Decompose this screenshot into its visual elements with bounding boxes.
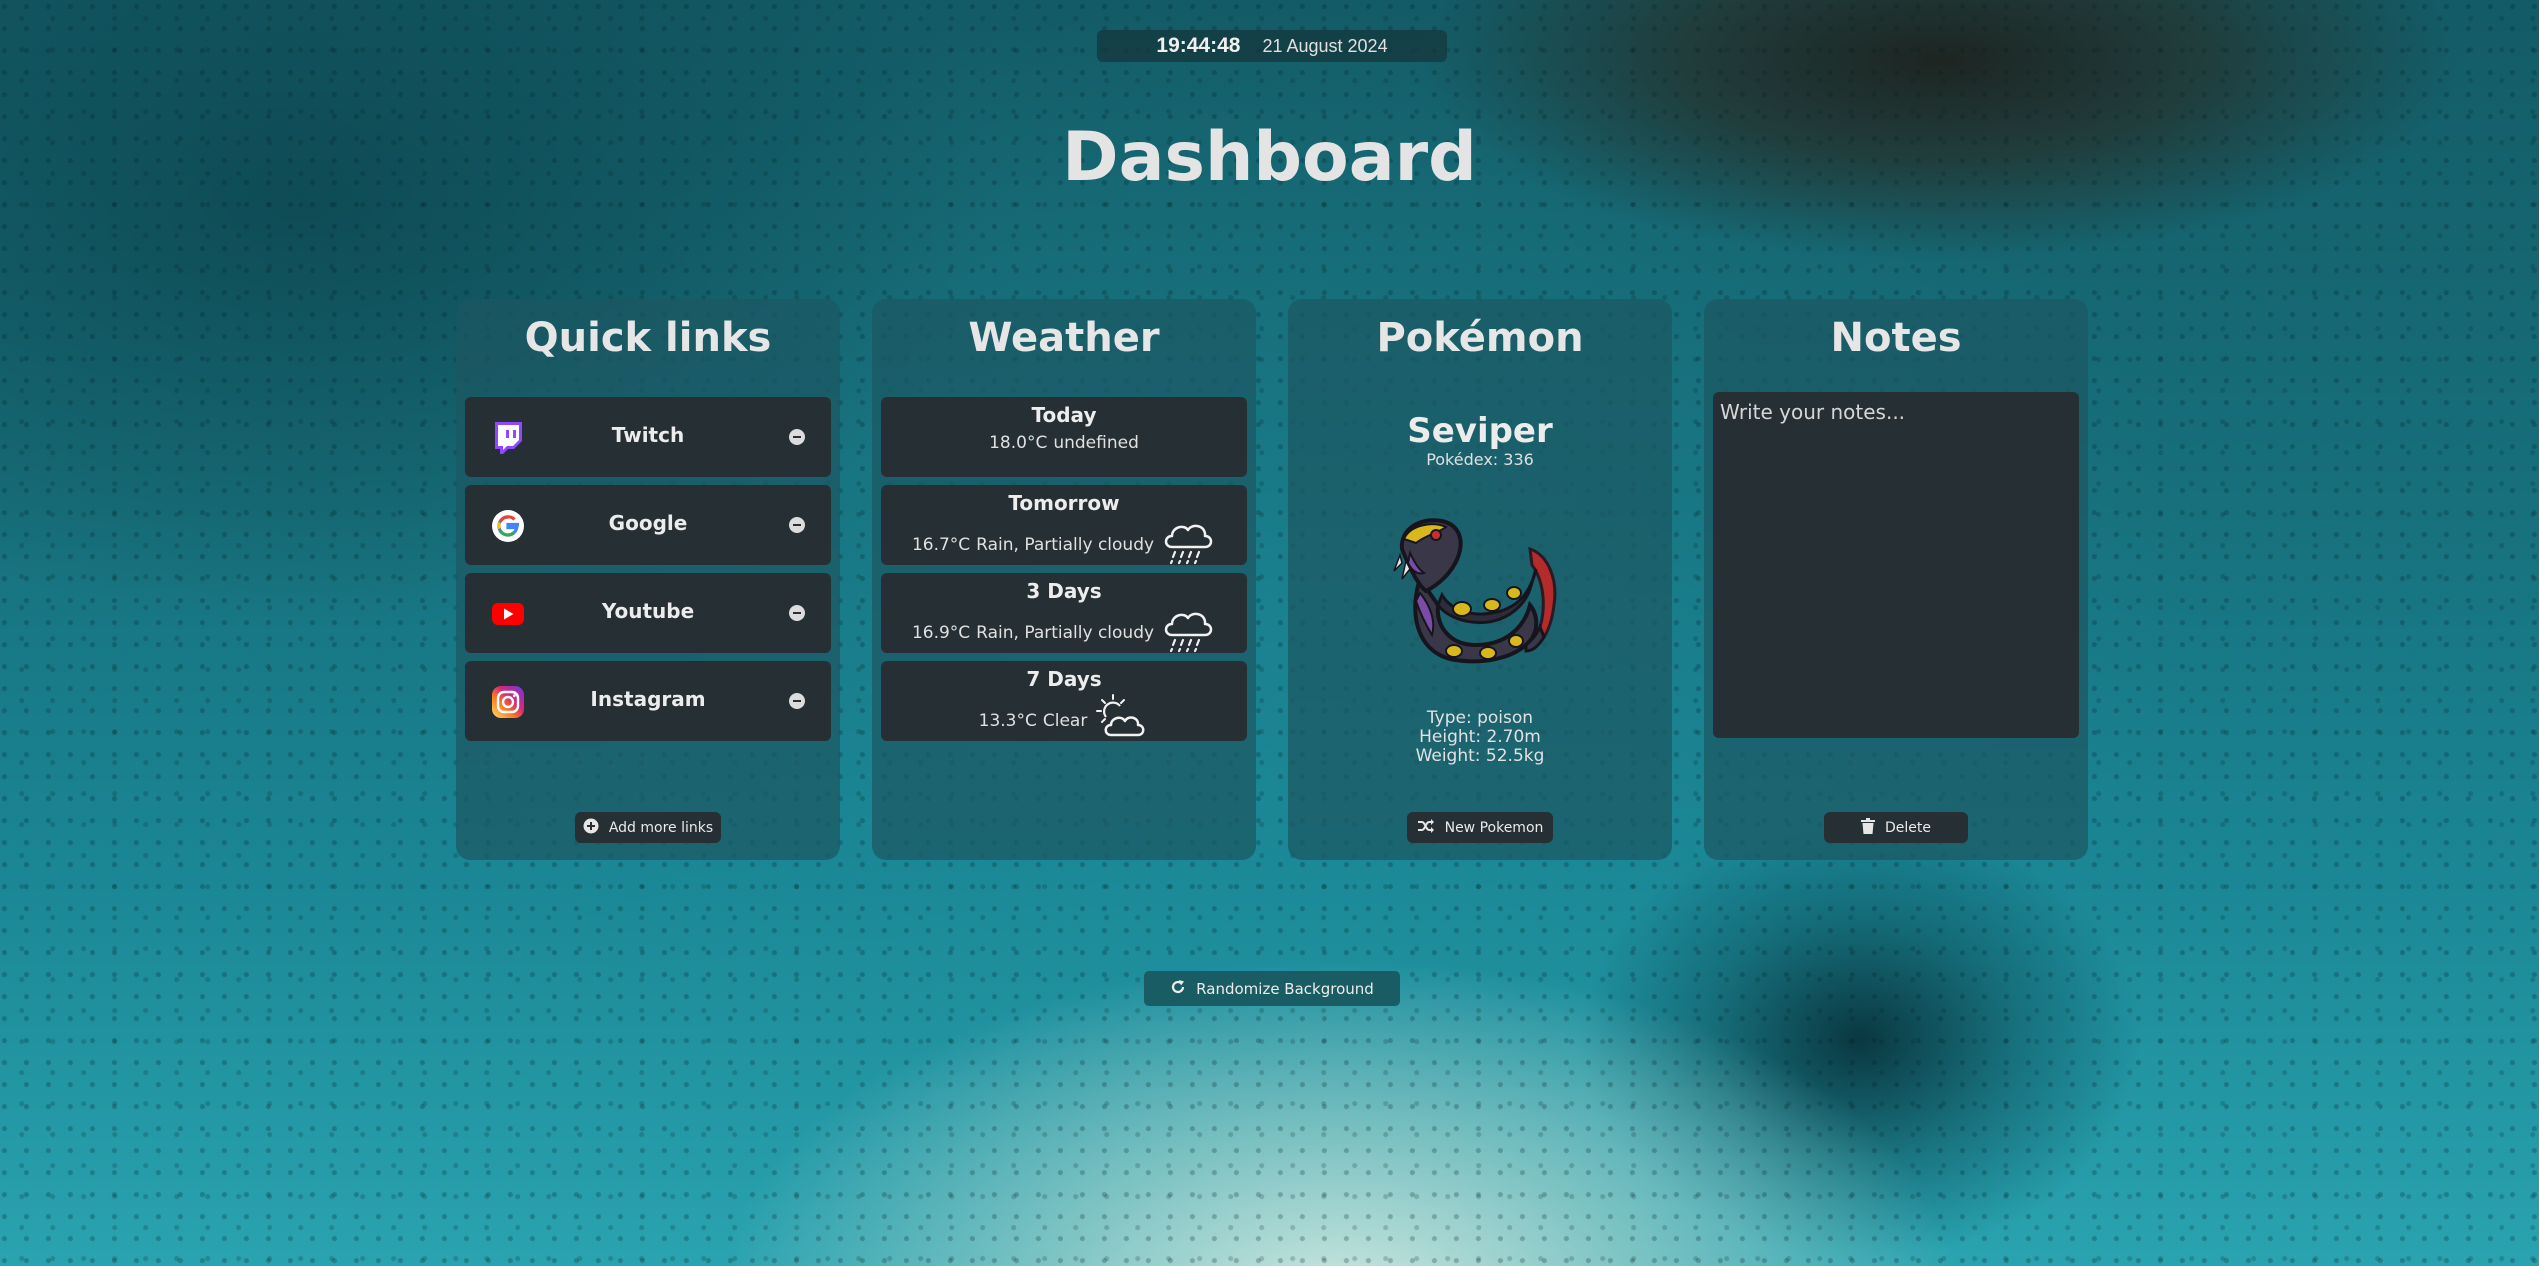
weather-day-today: Today 18.0°C undefined [881,397,1247,477]
weather-details: 16.7°C Rain, Partially cloudy [881,521,1247,569]
weather-day-label: 7 Days [1026,667,1102,691]
weather-title: Weather [968,315,1160,361]
weather-day-label: Today [1031,403,1097,427]
weather-temp: 16.9°C [911,623,971,643]
pokemon-weight: Weight: 52.5kg [1415,746,1545,766]
link-label: Google [608,511,688,535]
pokedex-number: Pokédex: 336 [1426,450,1534,469]
delete-notes-button[interactable]: Delete [1824,812,1968,843]
weather-day-tomorrow: Tomorrow 16.7°C Rain, Partially cloudy [881,485,1247,565]
notes-card: Notes Delete [1704,299,2088,860]
page-title: Dashboard [1062,118,1477,197]
randomize-background-label: Randomize Background [1196,979,1374,998]
clock-time: 19:44:48 [1156,34,1241,57]
delete-label: Delete [1885,819,1931,836]
sun-cloud-icon [1096,694,1145,737]
remove-link-icon[interactable] [789,605,805,621]
weather-details: 13.3°C Clear [881,694,1247,745]
weather-card: Weather Today 18.0°C undefined Tomorrow … [872,299,1256,860]
weather-condition: undefined [1053,433,1139,453]
remove-link-icon[interactable] [789,429,805,445]
add-more-links-button[interactable]: Add more links [575,812,721,843]
link-label: Youtube [601,599,695,623]
weather-day-3days: 3 Days 16.9°C Rain, Partially cloudy [881,573,1247,653]
weather-condition: Clear [1042,711,1088,731]
weather-day-7days: 7 Days 13.3°C Clear [881,661,1247,741]
trash-icon [1861,817,1875,838]
link-item-twitch[interactable]: Twitch [465,397,831,477]
weather-day-label: 3 Days [1026,579,1102,603]
link-label: Instagram [590,687,706,711]
weather-condition: Rain, Partially cloudy [976,535,1155,555]
new-pokemon-label: New Pokemon [1444,819,1544,836]
weather-condition: Rain, Partially cloudy [976,623,1155,643]
refresh-icon [1170,979,1186,999]
remove-link-icon[interactable] [789,517,805,533]
link-item-google[interactable]: Google [465,485,831,565]
randomize-background-button[interactable]: Randomize Background [1144,971,1400,1006]
link-item-instagram[interactable]: Instagram [465,661,831,741]
weather-details: 16.9°C Rain, Partially cloudy [881,609,1247,657]
weather-temp: 16.7°C [911,535,971,555]
add-more-links-label: Add more links [608,819,714,836]
weather-day-label: Tomorrow [1008,491,1120,515]
weather-temp: 18.0°C [989,433,1048,453]
clock-date: 21 August 2024 [1262,35,1388,56]
weather-details: 18.0°C undefined [881,433,1247,453]
new-pokemon-button[interactable]: New Pokemon [1407,812,1553,843]
notes-textarea[interactable] [1713,392,2079,738]
rain-cloud-icon [1164,612,1213,653]
pokemon-card: Pokémon Seviper Pokédex: 336 Type: poiso… [1288,299,1672,860]
notes-title: Notes [1830,315,1962,361]
quick-links-card: Quick links Twitch Google Youtube Instag… [456,299,840,860]
pokemon-name: Seviper [1407,411,1553,451]
shuffle-icon [1417,818,1435,838]
quick-links-title: Quick links [524,315,772,361]
weather-temp: 13.3°C [978,711,1037,731]
pokemon-sprite [1393,518,1557,664]
pokemon-title: Pokémon [1376,315,1584,361]
link-label: Twitch [611,423,685,447]
rain-cloud-icon [1164,524,1213,565]
pokemon-type: Type: poison [1426,708,1534,728]
link-item-youtube[interactable]: Youtube [465,573,831,653]
remove-link-icon[interactable] [789,693,805,709]
plus-circle-icon [583,818,599,838]
pokemon-height: Height: 2.70m [1419,727,1541,747]
clock-bar: 19:44:48 21 August 2024 [1097,30,1447,62]
